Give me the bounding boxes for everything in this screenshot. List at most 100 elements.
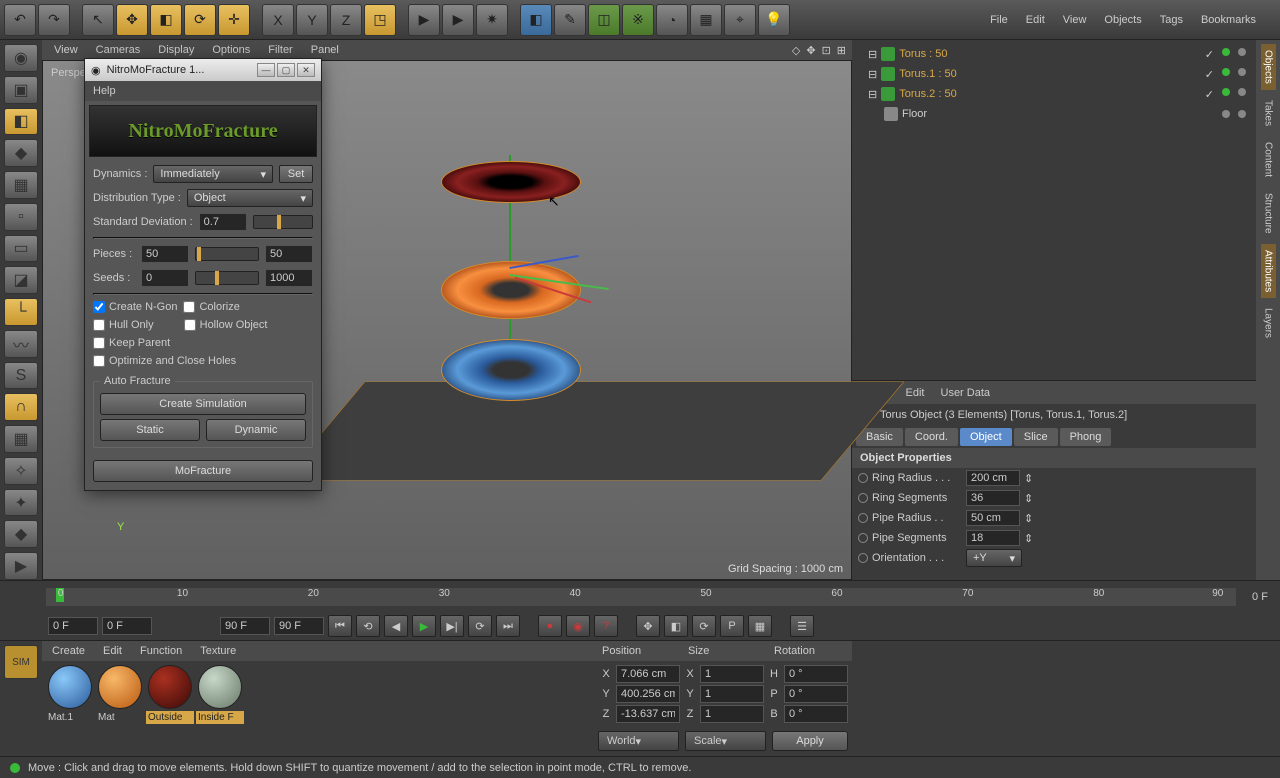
rot-p-input[interactable] — [784, 685, 848, 703]
rtab-structure[interactable]: Structure — [1261, 187, 1276, 240]
select-tool[interactable]: ↖ — [82, 4, 114, 36]
redo-icon[interactable]: ↷ — [38, 4, 70, 36]
vm-panel[interactable]: Panel — [311, 44, 339, 56]
std-dev-slider[interactable] — [253, 215, 313, 229]
seeds-input[interactable] — [141, 269, 189, 287]
make-editable-icon[interactable]: ▣ — [4, 76, 38, 104]
tab-object[interactable]: Object — [960, 428, 1012, 446]
optimize-checkbox[interactable] — [93, 355, 105, 367]
menu-view[interactable]: View — [1063, 14, 1087, 26]
vm-options[interactable]: Options — [212, 44, 250, 56]
spinner-icon[interactable]: ⇕ — [1024, 512, 1033, 525]
nurbs-icon[interactable]: ◫ — [588, 4, 620, 36]
tool7-icon[interactable]: ▶ — [4, 552, 38, 580]
poly-mode-icon[interactable]: ◪ — [4, 266, 38, 294]
close-button[interactable]: ✕ — [297, 63, 315, 77]
scale-tool[interactable]: ◧ — [150, 4, 182, 36]
pen-tool-icon[interactable]: ✎ — [554, 4, 586, 36]
coord-mode-dropdown[interactable]: Scale▾ — [685, 731, 766, 751]
autokey-button[interactable]: ◉ — [566, 615, 590, 637]
pieces-input[interactable] — [141, 245, 189, 263]
texture-mode-icon[interactable]: ▦ — [4, 171, 38, 199]
menu-tags[interactable]: Tags — [1160, 14, 1183, 26]
rtab-takes[interactable]: Takes — [1261, 94, 1276, 132]
timeline-ruler[interactable]: 0 10 20 30 40 50 60 70 80 90 — [46, 588, 1236, 606]
vp-nav1-icon[interactable]: ◇ — [792, 44, 800, 57]
vm-filter[interactable]: Filter — [268, 44, 292, 56]
rot-b-input[interactable] — [784, 705, 848, 723]
prev-frame-button[interactable]: ◀ — [384, 615, 408, 637]
spinner-icon[interactable]: ⇕ — [1024, 532, 1033, 545]
torus-blue[interactable] — [441, 339, 581, 401]
ring-seg-input[interactable] — [966, 490, 1020, 506]
mat-create[interactable]: Create — [52, 645, 85, 657]
pipe-radius-input[interactable] — [966, 510, 1020, 526]
material-item[interactable]: Mat — [96, 665, 144, 752]
vp-nav4-icon[interactable]: ⊞ — [837, 44, 846, 57]
y-axis-icon[interactable]: Y — [296, 4, 328, 36]
material-item[interactable]: Inside F — [196, 665, 244, 752]
cube-primitive-icon[interactable]: ◧ — [520, 4, 552, 36]
vis-icon[interactable]: ✓ — [1205, 68, 1214, 81]
mat-edit[interactable]: Edit — [103, 645, 122, 657]
key-pla-button[interactable]: ▦ — [748, 615, 772, 637]
object-tree[interactable]: ⊟Torus : 50✓ ⊟Torus.1 : 50✓ ⊟Torus.2 : 5… — [852, 40, 1256, 380]
snap-icon[interactable]: S — [4, 362, 38, 390]
render-settings-icon[interactable]: ✷ — [476, 4, 508, 36]
play-button[interactable]: ▶ — [412, 615, 436, 637]
keyframe-sel-button[interactable]: ? — [594, 615, 618, 637]
array-icon[interactable]: ※ — [622, 4, 654, 36]
workplane-icon[interactable]: ▦ — [4, 425, 38, 453]
hull-only-checkbox[interactable] — [93, 319, 105, 331]
vp-nav2-icon[interactable]: ✥ — [806, 44, 815, 57]
light-icon[interactable]: 💡 — [758, 4, 790, 36]
vm-cameras[interactable]: Cameras — [96, 44, 141, 56]
end-frame-input[interactable] — [220, 617, 270, 635]
spinner-icon[interactable]: ⇕ — [1024, 472, 1033, 485]
static-button[interactable]: Static — [100, 419, 200, 441]
orient-dropdown[interactable]: +Y▾ — [966, 549, 1022, 567]
mat-function[interactable]: Function — [140, 645, 182, 657]
expand-icon[interactable]: ⊟ — [868, 68, 877, 81]
model-mode-icon[interactable]: ◧ — [4, 108, 38, 136]
obj-label[interactable]: Torus : 50 — [899, 48, 947, 60]
attr-userdata[interactable]: User Data — [941, 387, 991, 399]
pieces-max-input[interactable] — [265, 245, 313, 263]
sim-icon[interactable]: SIM — [4, 645, 38, 679]
edge-mode-icon[interactable]: ▭ — [4, 235, 38, 263]
mofracture-button[interactable]: MoFracture — [93, 460, 313, 482]
dot-icon[interactable] — [1238, 88, 1246, 96]
axis-icon[interactable]: └ — [4, 298, 38, 326]
help-menu[interactable]: Help — [93, 85, 116, 97]
key-pos-button[interactable]: ✥ — [636, 615, 660, 637]
vm-display[interactable]: Display — [158, 44, 194, 56]
timeline[interactable]: 0 10 20 30 40 50 60 70 80 90 0 F — [0, 580, 1280, 612]
tab-slice[interactable]: Slice — [1014, 428, 1058, 446]
rtab-attributes[interactable]: Attributes — [1261, 244, 1276, 298]
material-item[interactable]: Mat.1 — [46, 665, 94, 752]
pos-z-input[interactable] — [616, 705, 680, 723]
go-start-button[interactable]: ⏮ — [328, 615, 352, 637]
tool5-icon[interactable]: ✦ — [4, 489, 38, 517]
deformer-icon[interactable]: ◔ — [656, 4, 688, 36]
dynamics-dropdown[interactable]: Immediately▾ — [153, 165, 273, 183]
dot-icon[interactable] — [1222, 110, 1230, 118]
rotate-tool[interactable]: ⟳ — [184, 4, 216, 36]
keep-parent-checkbox[interactable] — [93, 337, 105, 349]
menu-objects[interactable]: Objects — [1104, 14, 1141, 26]
seeds-slider[interactable] — [195, 271, 259, 285]
timeline-settings-button[interactable]: ☰ — [790, 615, 814, 637]
torus-orange[interactable] — [441, 261, 581, 319]
move-tool[interactable]: ✥ — [116, 4, 148, 36]
dialog-titlebar[interactable]: ◉ NitroMoFracture 1... — ▢ ✕ — [85, 59, 321, 81]
dot-icon[interactable] — [1222, 48, 1230, 56]
minimize-button[interactable]: — — [257, 63, 275, 77]
rtab-objects[interactable]: Objects — [1261, 44, 1276, 90]
vp-nav3-icon[interactable]: ⊡ — [822, 44, 831, 57]
undo-icon[interactable]: ↶ — [4, 4, 36, 36]
rot-h-input[interactable] — [784, 665, 848, 683]
point-mode-icon[interactable]: ▫ — [4, 203, 38, 231]
rtab-content[interactable]: Content — [1261, 136, 1276, 183]
go-end-button[interactable]: ⏭ — [496, 615, 520, 637]
obj-label[interactable]: Floor — [902, 108, 927, 120]
